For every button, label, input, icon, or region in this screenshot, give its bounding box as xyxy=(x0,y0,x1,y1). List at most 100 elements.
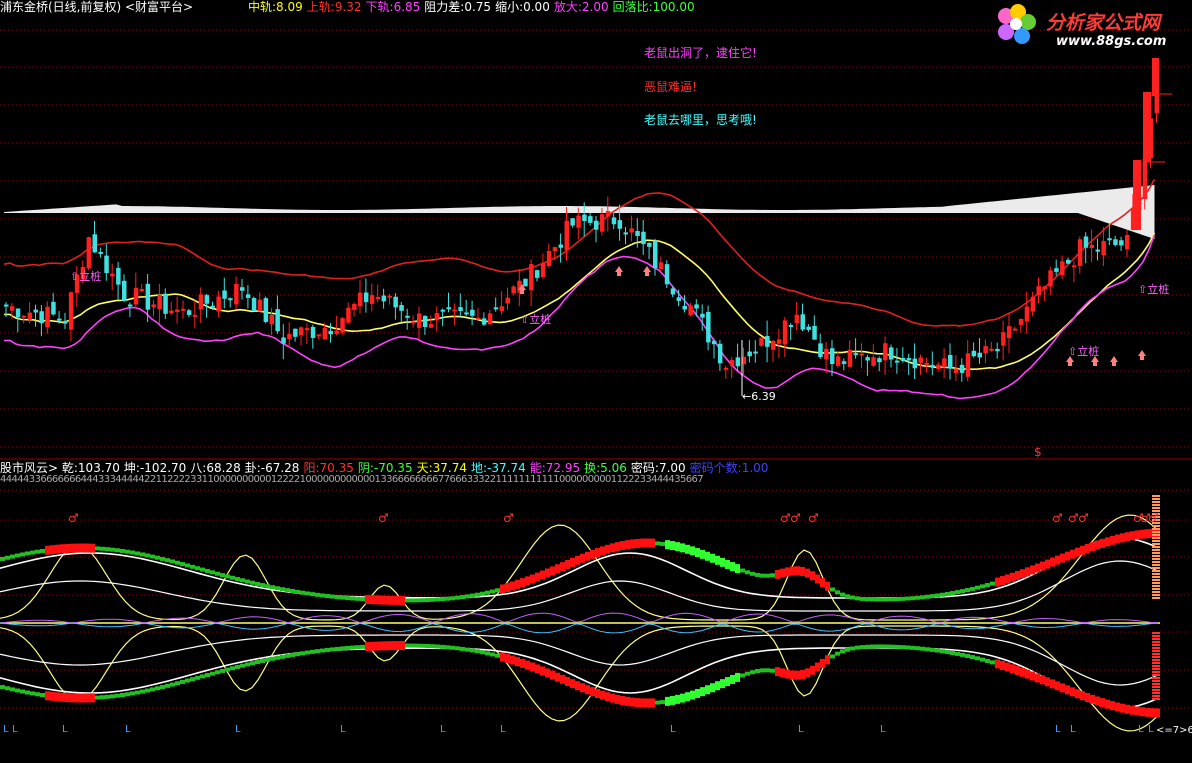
upper-band-block xyxy=(190,564,195,569)
lower-band-block xyxy=(990,660,995,665)
candle-body xyxy=(458,307,463,311)
volume-bar xyxy=(1152,668,1160,670)
grid-lines xyxy=(0,29,1192,709)
upper-band-block xyxy=(70,543,75,553)
upper-band-block xyxy=(1000,576,1005,586)
lower-band-block xyxy=(995,659,1000,669)
lower-band-block xyxy=(5,686,10,691)
candle-body xyxy=(1054,268,1059,272)
volume-bar xyxy=(1152,695,1160,697)
lower-band-block xyxy=(305,650,310,655)
candle-body xyxy=(853,353,859,356)
upper-band-block xyxy=(655,541,660,546)
volume-bar xyxy=(1152,671,1160,673)
male-marker: ♂ xyxy=(1078,511,1089,525)
lower-band-block xyxy=(970,655,975,660)
upper-band-block xyxy=(520,578,525,588)
lower-band-block xyxy=(330,647,335,652)
lower-band-block xyxy=(615,694,620,704)
candle-body xyxy=(33,309,38,313)
lower-band-block xyxy=(325,647,330,652)
upper-band-block xyxy=(1070,549,1075,559)
candle-body xyxy=(476,317,481,320)
upper-band-block xyxy=(435,597,440,602)
upper-band-block xyxy=(625,540,630,550)
candle-body xyxy=(582,214,587,222)
candle-body xyxy=(1036,286,1041,296)
lower-band-block xyxy=(30,691,35,696)
L-marker: L xyxy=(1055,724,1061,735)
lower-band-block xyxy=(455,646,460,651)
lower-band-block xyxy=(845,647,850,652)
upper-band-block xyxy=(1105,537,1110,547)
volume-bar xyxy=(1152,662,1160,664)
candle-body xyxy=(452,309,457,312)
upper-band-block xyxy=(390,595,395,605)
volume-bar xyxy=(1152,543,1160,545)
upper-band-block xyxy=(1050,557,1055,567)
lower-band-block xyxy=(300,651,305,656)
upper-band-block xyxy=(140,552,145,557)
lower-band-block xyxy=(805,668,810,678)
candle-body xyxy=(328,330,333,335)
upper-band-block xyxy=(375,595,380,605)
upper-band-block xyxy=(615,542,620,552)
lower-band-block xyxy=(810,665,815,675)
L-marker: L xyxy=(12,724,18,735)
lower-band-block xyxy=(220,668,225,673)
upper-band-block xyxy=(620,541,625,551)
upper-band-block xyxy=(845,594,850,599)
upper-band-block xyxy=(960,589,965,594)
lower-band-block xyxy=(395,641,400,651)
candle-body xyxy=(263,298,269,322)
candle-body xyxy=(883,343,888,361)
lower-band-block xyxy=(425,643,430,648)
candle-body xyxy=(942,358,947,368)
candle-body xyxy=(422,315,428,328)
upper-band-block xyxy=(280,587,285,592)
upper-band-block xyxy=(60,544,65,554)
upper-band-block xyxy=(995,577,1000,587)
upper-band-block xyxy=(505,583,510,593)
lower-band-block xyxy=(1040,675,1045,685)
upper-band-block xyxy=(65,543,70,553)
candle-body xyxy=(133,287,139,305)
upper-band-block xyxy=(765,573,770,578)
lower-band-block xyxy=(1000,660,1005,670)
chart-canvas[interactable]: ←6.39⇧立桩⇧立桩⇧立桩⇧立桩$ ♂ ♂ ♂ ♂ ♂ ♂ ♂ ♂ ♂ ♂♂♂L L L L L L L L L… xyxy=(0,0,1192,763)
candle-body xyxy=(936,364,941,369)
lower-band-block xyxy=(190,677,195,682)
volume-bar xyxy=(1152,683,1160,685)
upper-band-block xyxy=(165,558,170,563)
price-chart[interactable]: ←6.39 ⇧立桩 ⇧立桩 ⇧立桩 ⇧立桩 $ xyxy=(3,58,1172,459)
upper-band-block xyxy=(805,568,810,578)
lower-band-block xyxy=(1120,703,1125,713)
upper-band-block xyxy=(305,591,310,596)
candle-body xyxy=(794,314,800,324)
candle-body xyxy=(363,292,369,303)
upper-band-block xyxy=(460,595,465,600)
candle-body xyxy=(116,267,121,285)
lower-band-block xyxy=(140,689,145,694)
lower-band-block xyxy=(820,658,825,668)
candle-body xyxy=(192,314,198,317)
upper-band-block xyxy=(600,546,605,556)
lower-band-block xyxy=(345,645,350,650)
logo-text: 分析家公式网 xyxy=(1046,12,1161,34)
candle-body xyxy=(381,295,387,302)
L-marker: L xyxy=(235,724,241,735)
candle-body xyxy=(1142,158,1148,200)
candle-body xyxy=(9,306,15,311)
indicator-chart[interactable]: ♂ ♂ ♂ ♂ ♂ ♂ ♂ ♂ ♂ ♂♂♂L L L L L L L L L L L L L L L <=7>6 xyxy=(0,495,1192,736)
candle-body xyxy=(98,251,103,254)
candle-body xyxy=(1152,58,1159,96)
candle-body xyxy=(623,232,628,235)
upper-band-block xyxy=(900,596,905,601)
L-marker: L xyxy=(1148,724,1154,735)
upper-band-block xyxy=(1075,547,1080,557)
candle-body xyxy=(399,304,404,311)
candle-body xyxy=(63,320,68,324)
indicator-value: 放大:2.00 xyxy=(553,0,609,14)
candle-body xyxy=(723,367,729,370)
volume-bar xyxy=(1152,573,1160,575)
